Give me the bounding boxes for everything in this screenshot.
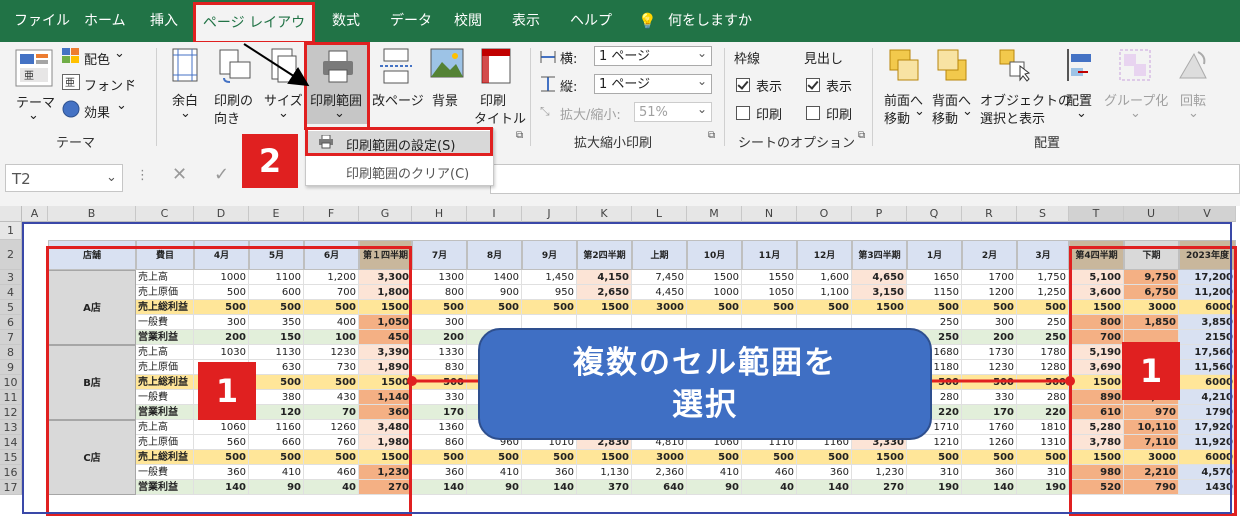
connector-lines bbox=[407, 376, 1075, 386]
instruction-callout: 複数のセル範囲を 選択 bbox=[478, 328, 932, 440]
step-1-badge-right: 1 bbox=[1122, 342, 1180, 400]
callout-line-2: 選択 bbox=[672, 387, 738, 423]
callout-line-1: 複数のセル範囲を bbox=[573, 345, 837, 381]
step-1-badge-left: 1 bbox=[198, 362, 256, 420]
